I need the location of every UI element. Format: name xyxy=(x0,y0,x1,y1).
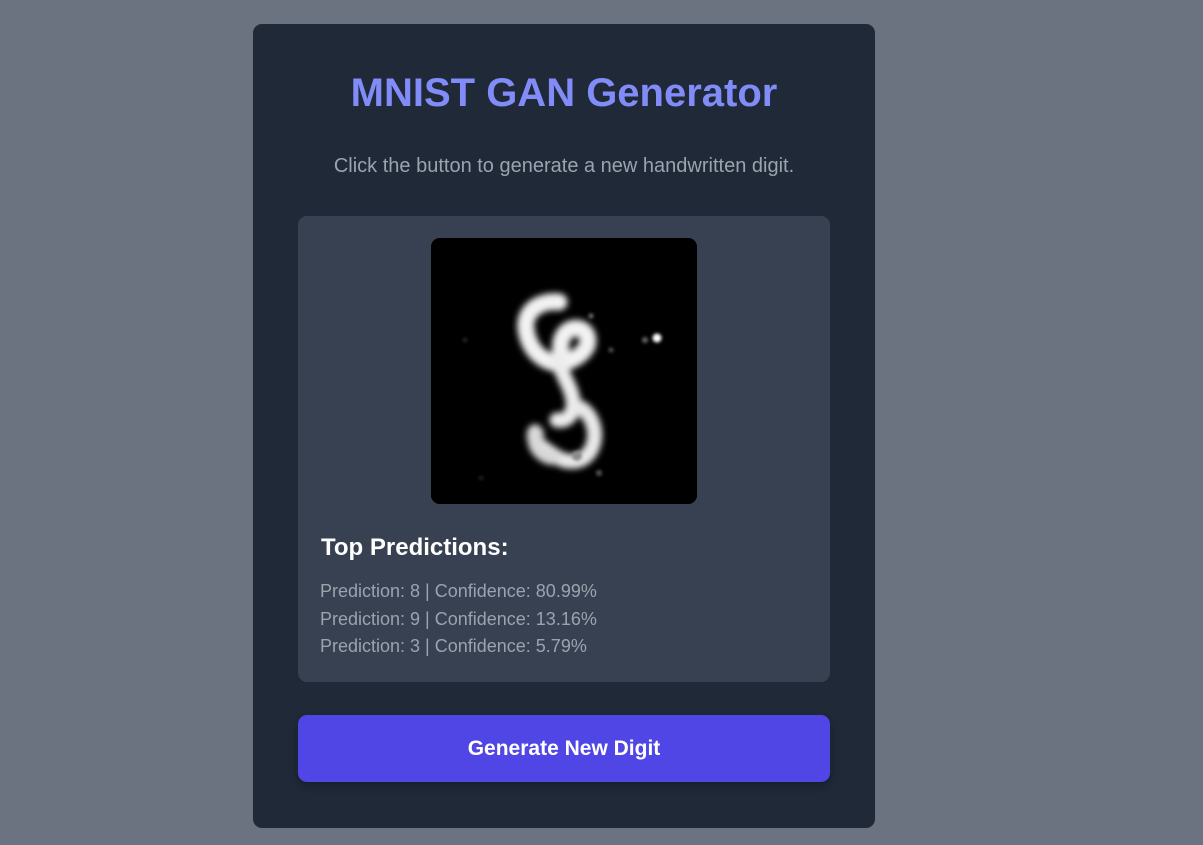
page-title: MNIST GAN Generator xyxy=(350,71,778,115)
prediction-item: Prediction: 3 | Confidence: 5.79% xyxy=(320,636,587,656)
predictions-heading: Top Predictions: xyxy=(321,534,509,561)
generator-card: MNIST GAN Generator Click the button to … xyxy=(253,24,875,828)
predictions-list: Prediction: 8 | Confidence: 80.99% Predi… xyxy=(320,578,808,661)
generated-digit-image xyxy=(431,238,697,504)
prediction-item: Prediction: 9 | Confidence: 13.16% xyxy=(320,608,597,629)
result-panel: Top Predictions: Prediction: 8 | Confide… xyxy=(298,216,830,682)
prediction-item: Prediction: 8 | Confidence: 80.99% xyxy=(320,581,597,601)
generate-new-digit-button[interactable]: Generate New Digit xyxy=(298,715,830,782)
instructions-text: Click the button to generate a new handw… xyxy=(333,155,795,177)
